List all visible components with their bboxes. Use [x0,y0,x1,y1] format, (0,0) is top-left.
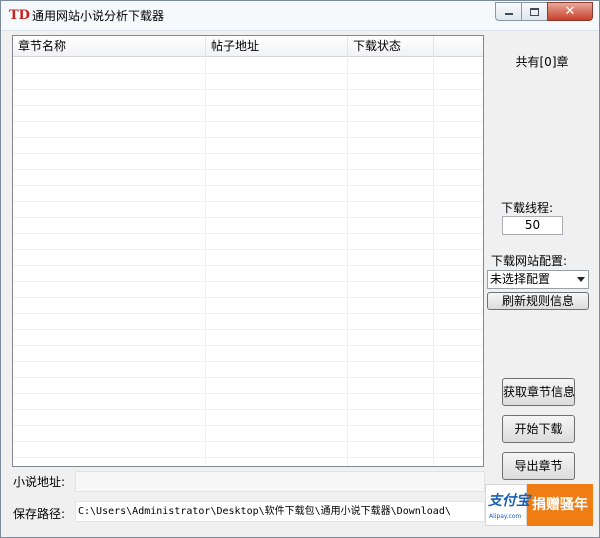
title-bar[interactable]: TD 通用网站小说分析下载器 ✕ [1,1,599,31]
row-divider [13,249,483,250]
row-divider [13,233,483,234]
close-icon: ✕ [564,4,576,19]
save-path-label: 保存路径: [13,507,66,521]
window-controls: ✕ [495,2,593,21]
row-divider [13,313,483,314]
chapter-list-rows [13,57,483,466]
site-config-selected: 未选择配置 [490,272,551,286]
alipay-domain: Alipay.com [489,513,522,520]
row-divider [13,169,483,170]
site-config-select[interactable]: 未选择配置 [487,270,589,289]
row-divider [13,105,483,106]
maximize-icon [530,7,539,16]
row-divider [13,265,483,266]
donate-banner[interactable]: 支付宝 Alipay.com 捐赠骚年 [485,484,593,526]
row-divider [13,441,483,442]
alipay-logo: 支付宝 Alipay.com [485,484,530,526]
row-divider [13,329,483,330]
column-header-download-status[interactable]: 下载状态 [348,36,434,57]
novel-url-label: 小说地址: [13,475,66,489]
column-header-chapter-name[interactable]: 章节名称 [13,36,206,57]
row-divider [13,281,483,282]
alipay-logo-text: 支付宝 [488,493,530,509]
app-icon: TD [9,8,30,23]
column-divider [347,57,348,466]
save-path-input[interactable]: C:\Users\Administrator\Desktop\软件下载包\通用小… [75,501,485,522]
chapter-list-header: 章节名称 帖子地址 下载状态 [13,36,483,57]
row-divider [13,425,483,426]
minimize-button[interactable] [495,2,521,21]
column-divider [205,57,206,466]
row-divider [13,73,483,74]
row-divider [13,121,483,122]
window-title: 通用网站小说分析下载器 [32,9,165,23]
novel-url-input[interactable] [75,471,485,492]
row-divider [13,345,483,346]
column-header-post-url[interactable]: 帖子地址 [206,36,348,57]
close-button[interactable]: ✕ [547,2,593,21]
main-window: TD 通用网站小说分析下载器 ✕ 章节名称 帖子地址 下载状态 共有[0]章 下… [0,0,600,538]
row-divider [13,409,483,410]
column-divider [433,57,434,466]
row-divider [13,393,483,394]
chapter-list[interactable]: 章节名称 帖子地址 下载状态 [12,35,484,467]
row-divider [13,137,483,138]
row-divider [13,457,483,458]
threads-label: 下载线程: [501,201,554,215]
row-divider [13,89,483,90]
row-divider [13,361,483,362]
maximize-button[interactable] [521,2,547,21]
site-config-label: 下载网站配置: [491,254,568,268]
export-chapters-button[interactable]: 导出章节 [502,452,575,480]
right-panel: 共有[0]章 下载线程: 50 下载网站配置: 未选择配置 刷新规则信息 获取章… [485,31,599,538]
fetch-chapters-button[interactable]: 获取章节信息 [502,378,575,406]
row-divider [13,153,483,154]
minimize-icon [504,12,513,15]
row-divider [13,185,483,186]
row-divider [13,201,483,202]
row-divider [13,297,483,298]
donate-label: 捐赠骚年 [527,484,593,526]
start-download-button[interactable]: 开始下载 [502,415,575,443]
chapter-count: 共有[0]章 [515,55,569,69]
threads-input[interactable]: 50 [502,216,563,235]
chevron-down-icon [577,277,585,282]
refresh-rules-button[interactable]: 刷新规则信息 [487,292,589,310]
row-divider [13,217,483,218]
row-divider [13,377,483,378]
